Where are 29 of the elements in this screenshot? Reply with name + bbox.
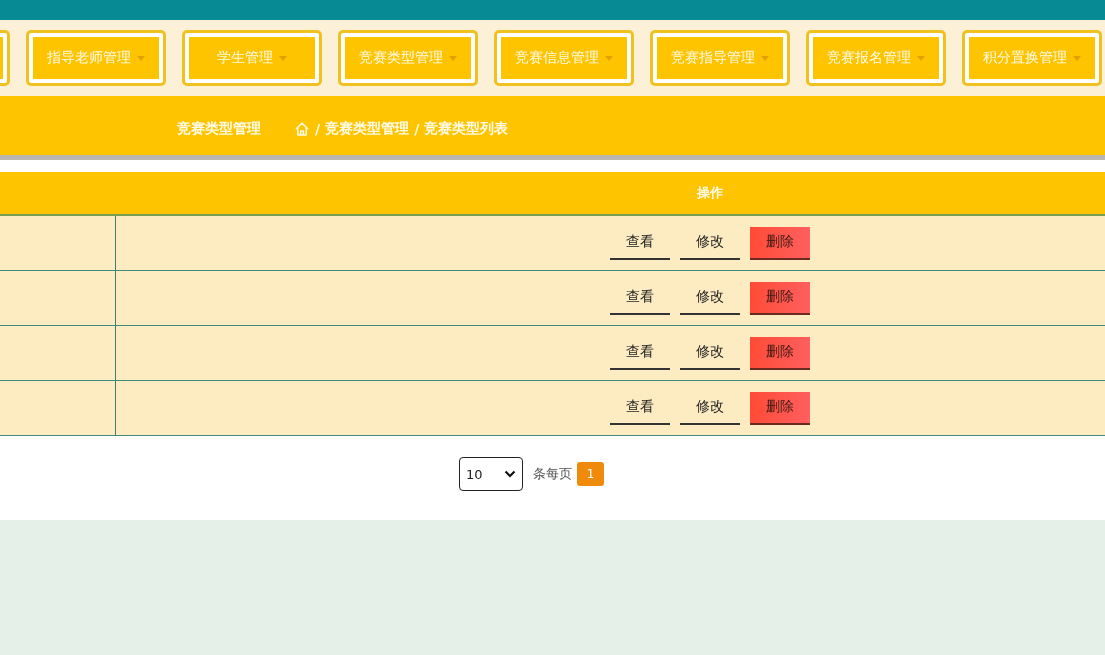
caret-icon xyxy=(137,55,145,61)
breadcrumb-current: 竞赛类型列表 xyxy=(424,119,509,138)
nav-button[interactable] xyxy=(0,30,10,86)
delete-button[interactable]: 删除 xyxy=(750,336,810,370)
caret-icon xyxy=(761,55,769,61)
caret-icon xyxy=(449,55,457,61)
view-button[interactable]: 查看 xyxy=(610,336,670,370)
view-button[interactable]: 查看 xyxy=(610,226,670,260)
view-button[interactable]: 查看 xyxy=(610,391,670,425)
caret-icon xyxy=(279,55,287,61)
delete-button[interactable]: 删除 xyxy=(750,226,810,260)
caret-icon xyxy=(1073,55,1081,61)
edit-button[interactable]: 修改 xyxy=(680,281,740,315)
delete-button[interactable]: 删除 xyxy=(750,281,810,315)
page-title: 竞赛类型管理 xyxy=(177,119,261,138)
edit-button[interactable]: 修改 xyxy=(680,336,740,370)
view-button[interactable]: 查看 xyxy=(610,281,670,315)
home-icon[interactable] xyxy=(294,120,310,137)
chevron-down-icon xyxy=(504,470,516,478)
column-header: 操作 xyxy=(697,184,723,202)
breadcrumb-separator: / xyxy=(414,120,420,137)
delete-button[interactable]: 删除 xyxy=(750,391,810,425)
breadcrumb-separator: / xyxy=(315,120,321,137)
per-page-label: 条每页 xyxy=(533,465,572,483)
caret-icon xyxy=(605,55,613,61)
edit-button[interactable]: 修改 xyxy=(680,226,740,260)
edit-button[interactable]: 修改 xyxy=(680,391,740,425)
page-size-select[interactable]: 10 xyxy=(459,457,523,491)
caret-icon xyxy=(917,55,925,61)
